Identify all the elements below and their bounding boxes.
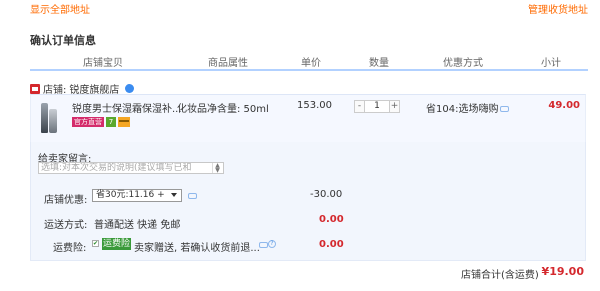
section-title: 确认订单信息 [30,34,96,47]
insurance-label: 运费险: [53,243,87,254]
product-title-link[interactable]: 锐度男士保湿霜保湿补... [72,100,182,115]
product-tags: 官方直营 7 [72,117,130,127]
insurance-description: 卖家赠送, 若确认收货前退... [134,243,260,254]
column-header-attributes: 商品属性 [208,58,248,69]
shop-discount-label: 店铺优惠: [44,195,88,206]
order-item-row: 锐度男士保湿霜保湿补... 化妆品净含量: 50ml 官方直营 7 153.00… [30,94,586,142]
footer-divider [30,260,586,261]
quantity-input[interactable]: 1 [365,100,389,113]
shop-icon [30,83,40,94]
column-header-quantity: 数量 [369,58,389,69]
column-header-subtotal: 小计 [541,58,561,69]
promotion-label: 省104:选场嗨购 [426,104,499,115]
shop-total-value: ¥19.00 [541,265,584,278]
seller-message-field[interactable]: 选填:对本次交易的说明(建议填写已和 ▲ ▼ [38,162,224,174]
shop-discount-selected: 省30元:11.16 + [96,190,165,200]
shipping-label: 运送方式: [44,220,88,231]
shipping-method: 普通配送 快递 免邮 [94,220,181,231]
quantity-plus-button[interactable]: + [389,100,400,113]
seller-message-placeholder: 选填:对本次交易的说明(建议填写已和 [41,163,192,173]
quantity-stepper: - 1 + [354,100,400,113]
unit-price: 153.00 [297,100,332,111]
manage-addresses-link[interactable]: 管理收货地址 [528,1,588,16]
resize-arrows-icon[interactable]: ▲ ▼ [212,163,222,173]
comment-bubble-icon[interactable] [188,193,197,199]
seven-day-return-badge: 7 [106,117,116,127]
item-subtotal: 49.00 [548,100,580,111]
quantity-minus-button[interactable]: - [354,100,365,113]
help-icon[interactable]: ? [268,240,276,248]
chevron-down-icon [171,193,177,197]
comment-bubble-icon[interactable] [259,242,268,248]
comment-bubble-icon[interactable] [500,106,510,112]
credit-card-icon [118,117,130,127]
shop-total-label: 店铺合计(含运费) [461,270,539,281]
insurance-checkbox[interactable]: ✔ [92,240,99,247]
product-thumbnail[interactable] [40,101,58,135]
shop-discount-select[interactable]: 省30元:11.16 + [92,189,182,202]
insurance-tag: 运费险 [102,238,132,250]
column-header-promotion: 优惠方式 [443,58,483,69]
chat-icon[interactable] [125,84,135,93]
column-header-items: 店铺宝贝 [83,58,123,69]
promotion-text: 省104:选场嗨购 [426,100,510,115]
insurance-amount: 0.00 [319,239,344,250]
product-attribute: 化妆品净含量: 50ml [177,104,269,115]
header-divider [30,69,588,71]
official-store-badge: 官方直营 [72,117,104,127]
shop-discount-amount: -30.00 [310,189,343,200]
shipping-amount: 0.00 [319,214,344,225]
column-header-price: 单价 [301,58,321,69]
show-all-addresses-link[interactable]: 显示全部地址 [30,1,90,16]
